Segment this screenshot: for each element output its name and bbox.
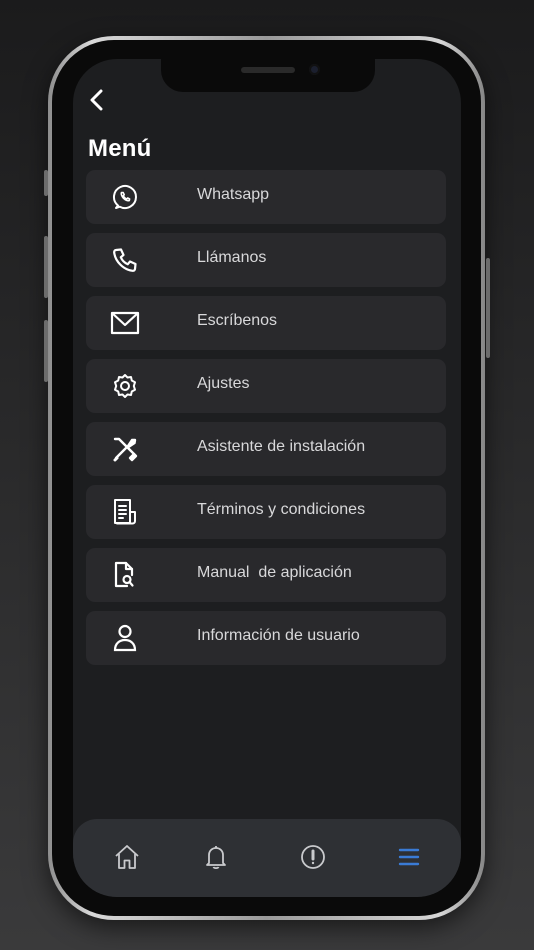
side-button xyxy=(44,170,48,196)
menu-item-escribenos[interactable]: Escríbenos xyxy=(86,296,446,350)
user-icon xyxy=(110,623,140,653)
whatsapp-icon xyxy=(110,182,140,212)
menu-item-label: Llámanos xyxy=(197,249,267,266)
side-button xyxy=(44,320,48,382)
menu-item-label: Whatsapp xyxy=(197,186,270,203)
tools-icon xyxy=(110,434,140,464)
menu-item-label: Información de usuario xyxy=(197,627,360,644)
menu-icon xyxy=(396,844,422,870)
document-search-icon xyxy=(110,560,140,590)
bottom-nav xyxy=(73,819,461,897)
chevron-left-icon xyxy=(89,89,105,111)
menu-item-manual[interactable]: Manual de aplicación xyxy=(86,548,446,602)
menu-item-label: Asistente de instalación xyxy=(197,438,366,455)
menu-list: Whatsapp Llámanos Escríbenos Ajustes Asi… xyxy=(86,170,446,674)
back-button[interactable] xyxy=(84,87,110,113)
menu-item-informacion-usuario[interactable]: Información de usuario xyxy=(86,611,446,665)
document-icon xyxy=(110,497,140,527)
menu-item-terminos[interactable]: Términos y condiciones xyxy=(86,485,446,539)
menu-item-label: Ajustes xyxy=(197,375,250,392)
side-button xyxy=(486,258,490,358)
nav-alert-button[interactable] xyxy=(298,842,328,872)
nav-home-button[interactable] xyxy=(112,842,142,872)
menu-item-label: Manual de aplicación xyxy=(197,564,352,581)
page-title: Menú xyxy=(88,135,152,162)
nav-menu-button[interactable] xyxy=(394,842,424,872)
alert-icon xyxy=(299,843,327,871)
front-camera xyxy=(309,64,320,75)
menu-item-label: Escríbenos xyxy=(197,312,278,329)
notch xyxy=(161,59,375,92)
home-icon xyxy=(113,843,141,871)
gear-icon xyxy=(110,371,140,401)
menu-item-asistente-instalacion[interactable]: Asistente de instalación xyxy=(86,422,446,476)
side-button xyxy=(44,236,48,298)
menu-item-whatsapp[interactable]: Whatsapp xyxy=(86,170,446,224)
bell-icon xyxy=(202,843,230,871)
nav-notifications-button[interactable] xyxy=(201,842,231,872)
menu-item-ajustes[interactable]: Ajustes xyxy=(86,359,446,413)
phone-icon xyxy=(110,245,140,275)
mail-icon xyxy=(110,308,140,338)
menu-item-llamanos[interactable]: Llámanos xyxy=(86,233,446,287)
speaker xyxy=(241,67,295,73)
menu-item-label: Términos y condiciones xyxy=(197,501,366,518)
app-screen: Menú Whatsapp Llámanos Escríbenos Ajuste… xyxy=(73,59,461,897)
